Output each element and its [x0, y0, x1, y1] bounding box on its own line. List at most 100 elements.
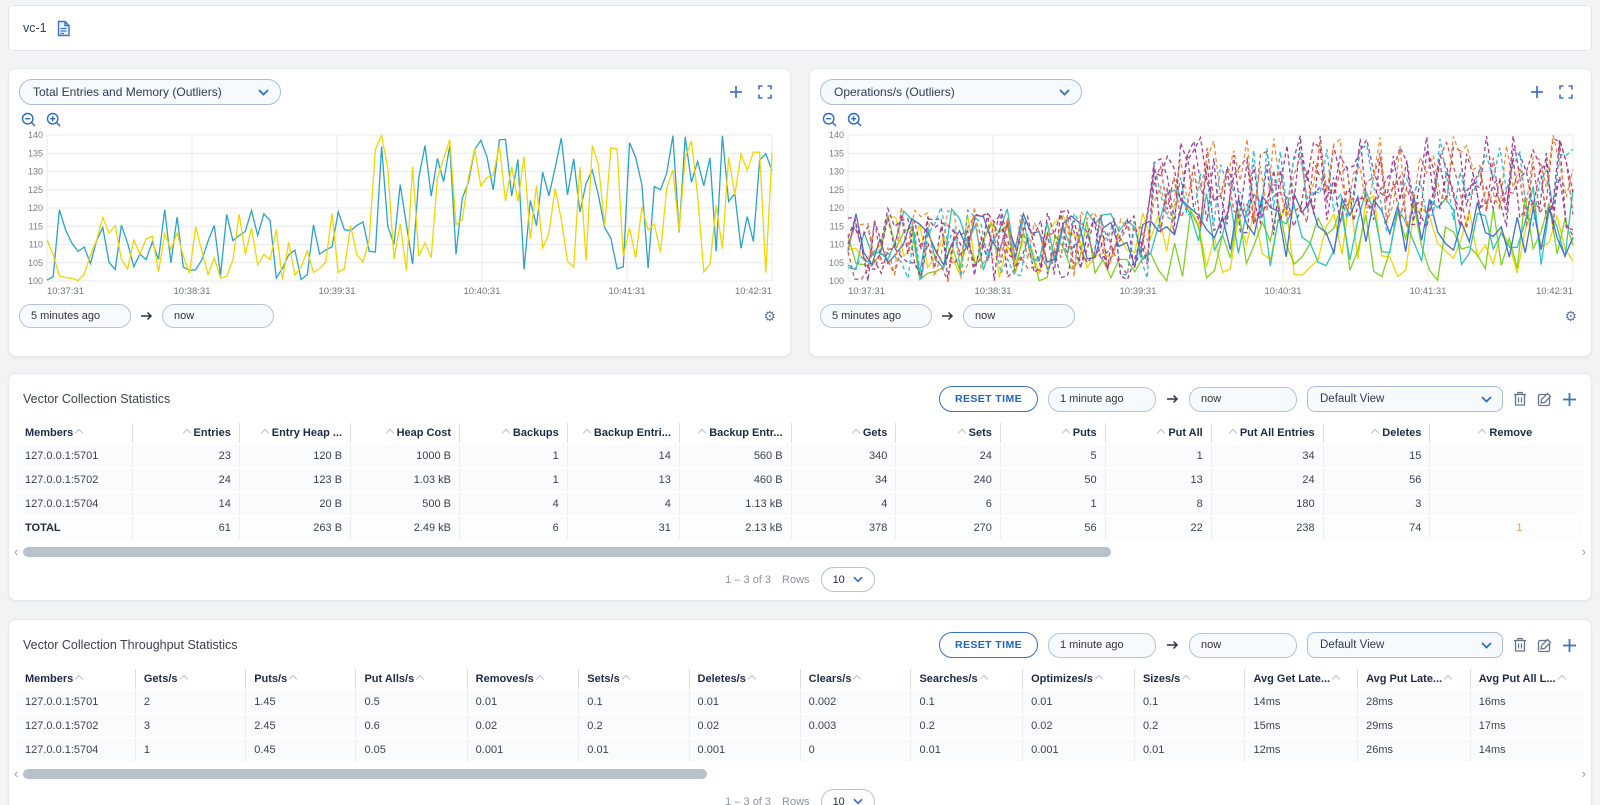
column-header-members[interactable]: Members: [17, 669, 135, 690]
column-header-puts[interactable]: Puts: [1000, 423, 1105, 444]
table-cell: 14ms: [1470, 738, 1583, 761]
column-header-backups[interactable]: Backups: [460, 423, 568, 444]
edit-view-button[interactable]: [1537, 392, 1552, 407]
zoom-out-icon[interactable]: [21, 112, 37, 128]
chevron-down-icon: [1481, 642, 1492, 649]
scrollbar-thumb[interactable]: [23, 769, 706, 779]
time-to-input[interactable]: [162, 304, 274, 328]
reset-time-button[interactable]: RESET TIME: [939, 632, 1038, 658]
scroll-right-icon[interactable]: ›: [1582, 547, 1586, 557]
time-from-input[interactable]: [1048, 387, 1156, 412]
edit-view-button[interactable]: [1537, 638, 1552, 653]
column-header-put-all-entries[interactable]: Put All Entries: [1211, 423, 1323, 444]
table-cell: 127.0.0.1:5704: [17, 738, 135, 761]
column-header-deletes[interactable]: Deletes: [1323, 423, 1430, 444]
table-cell: 2: [135, 690, 245, 714]
table-row[interactable]: 127.0.0.1:570121.450.50.010.10.010.0020.…: [17, 690, 1583, 714]
line-chart-operations[interactable]: 10010511011512012513013514010:37:3110:38…: [820, 129, 1581, 297]
column-header-clears-s[interactable]: Clears/s: [800, 669, 911, 690]
zoom-in-icon[interactable]: [46, 112, 62, 128]
time-to-input[interactable]: [1189, 387, 1297, 412]
table-cell: 1: [135, 738, 245, 761]
column-header-put-alls-s[interactable]: Put Alls/s: [356, 669, 467, 690]
delete-view-button[interactable]: [1513, 391, 1527, 407]
page-size-select[interactable]: 10: [821, 567, 875, 592]
time-from-input[interactable]: [19, 304, 131, 328]
fullscreen-icon[interactable]: [758, 85, 772, 99]
column-header-members[interactable]: Members: [17, 423, 133, 444]
table-cell: 50: [1000, 468, 1105, 492]
scroll-left-icon[interactable]: ‹: [14, 769, 18, 779]
column-header-avg-get-late-[interactable]: Avg Get Late...: [1245, 669, 1358, 690]
column-header-gets[interactable]: Gets: [791, 423, 896, 444]
add-table-button[interactable]: [1562, 392, 1577, 407]
add-table-button[interactable]: [1562, 638, 1577, 653]
table-row[interactable]: 127.0.0.1:57041420 B500 B441.13 kB461818…: [17, 492, 1583, 516]
column-header-deletes-s[interactable]: Deletes/s: [689, 669, 800, 690]
view-select[interactable]: Default View: [1307, 386, 1503, 412]
column-header-backup-entr-[interactable]: Backup Entr...: [679, 423, 791, 444]
scroll-right-icon[interactable]: ›: [1582, 769, 1586, 779]
svg-text:10:39:31: 10:39:31: [319, 286, 356, 297]
view-select[interactable]: Default View: [1307, 632, 1503, 658]
add-chart-icon[interactable]: [729, 85, 743, 99]
column-header-heap-cost[interactable]: Heap Cost: [351, 423, 460, 444]
column-header-backup-entri-[interactable]: Backup Entri...: [567, 423, 679, 444]
add-chart-icon[interactable]: [1530, 85, 1544, 99]
column-header-label: Put All: [1168, 427, 1202, 439]
table-row[interactable]: 127.0.0.1:570224123 B1.03 kB113460 B3424…: [17, 468, 1583, 492]
table-cell: 14ms: [1245, 690, 1358, 714]
scroll-left-icon[interactable]: ‹: [14, 547, 18, 557]
fullscreen-icon[interactable]: [1559, 85, 1573, 99]
scrollbar-track[interactable]: [23, 547, 1576, 557]
document-icon[interactable]: [56, 20, 71, 37]
column-header-searches-s[interactable]: Searches/s: [911, 669, 1023, 690]
gear-icon[interactable]: ⚙: [763, 308, 780, 325]
table-cell: 4: [567, 492, 679, 516]
column-header-label: Entries: [194, 427, 231, 439]
column-header-sets-s[interactable]: Sets/s: [579, 669, 689, 690]
delete-view-button[interactable]: [1513, 637, 1527, 653]
chart-metric-select[interactable]: Total Entries and Memory (Outliers): [19, 79, 281, 105]
time-from-input[interactable]: [1048, 633, 1156, 658]
column-header-label: Avg Put Late...: [1366, 673, 1442, 685]
column-header-label: Gets: [863, 427, 887, 439]
column-header-sizes-s[interactable]: Sizes/s: [1134, 669, 1245, 690]
time-to-input[interactable]: [1189, 633, 1297, 658]
scrollbar-track[interactable]: [23, 769, 1576, 779]
chart-metric-select[interactable]: Operations/s (Outliers): [820, 79, 1082, 105]
reset-time-button[interactable]: RESET TIME: [939, 386, 1038, 412]
table-cell: 1: [460, 468, 568, 492]
column-header-avg-put-late-[interactable]: Avg Put Late...: [1358, 669, 1471, 690]
gear-icon[interactable]: ⚙: [1564, 308, 1581, 325]
line-chart-entries-memory[interactable]: 10010511011512012513013514010:37:3110:38…: [19, 129, 780, 297]
sort-caret-icon: [748, 674, 757, 682]
trash-icon: [1513, 391, 1527, 407]
column-header-removes-s[interactable]: Removes/s: [467, 669, 579, 690]
svg-text:10:42:31: 10:42:31: [1536, 286, 1573, 297]
table-row[interactable]: 127.0.0.1:570232.450.60.020.20.020.0030.…: [17, 714, 1583, 738]
time-to-input[interactable]: [963, 304, 1075, 328]
column-header-entries[interactable]: Entries: [133, 423, 240, 444]
charts-row: Total Entries and Memory (Outliers) 1001…: [8, 68, 1592, 357]
column-header-sets[interactable]: Sets: [896, 423, 1001, 444]
table-row[interactable]: 127.0.0.1:570123120 B1000 B114560 B34024…: [17, 444, 1583, 468]
table-cell: 24: [1211, 468, 1323, 492]
zoom-out-icon[interactable]: [822, 112, 838, 128]
time-from-input[interactable]: [820, 304, 932, 328]
column-header-put-all[interactable]: Put All: [1105, 423, 1211, 444]
column-header-label: Sets: [969, 427, 992, 439]
page-size-select[interactable]: 10: [821, 789, 875, 805]
column-header-entry-heap-[interactable]: Entry Heap ...: [239, 423, 350, 444]
table-cell: 1: [1000, 492, 1105, 516]
scrollbar-thumb[interactable]: [23, 547, 1110, 557]
table-cell: 6: [896, 492, 1001, 516]
svg-text:105: 105: [28, 258, 43, 268]
zoom-in-icon[interactable]: [847, 112, 863, 128]
column-header-optimizes-s[interactable]: Optimizes/s: [1023, 669, 1135, 690]
table-row[interactable]: 127.0.0.1:570410.450.050.0010.010.00100.…: [17, 738, 1583, 761]
column-header-puts-s[interactable]: Puts/s: [246, 669, 356, 690]
column-header-remove[interactable]: Remove: [1430, 423, 1583, 444]
column-header-avg-put-all-l-[interactable]: Avg Put All L...: [1470, 669, 1583, 690]
column-header-gets-s[interactable]: Gets/s: [135, 669, 245, 690]
